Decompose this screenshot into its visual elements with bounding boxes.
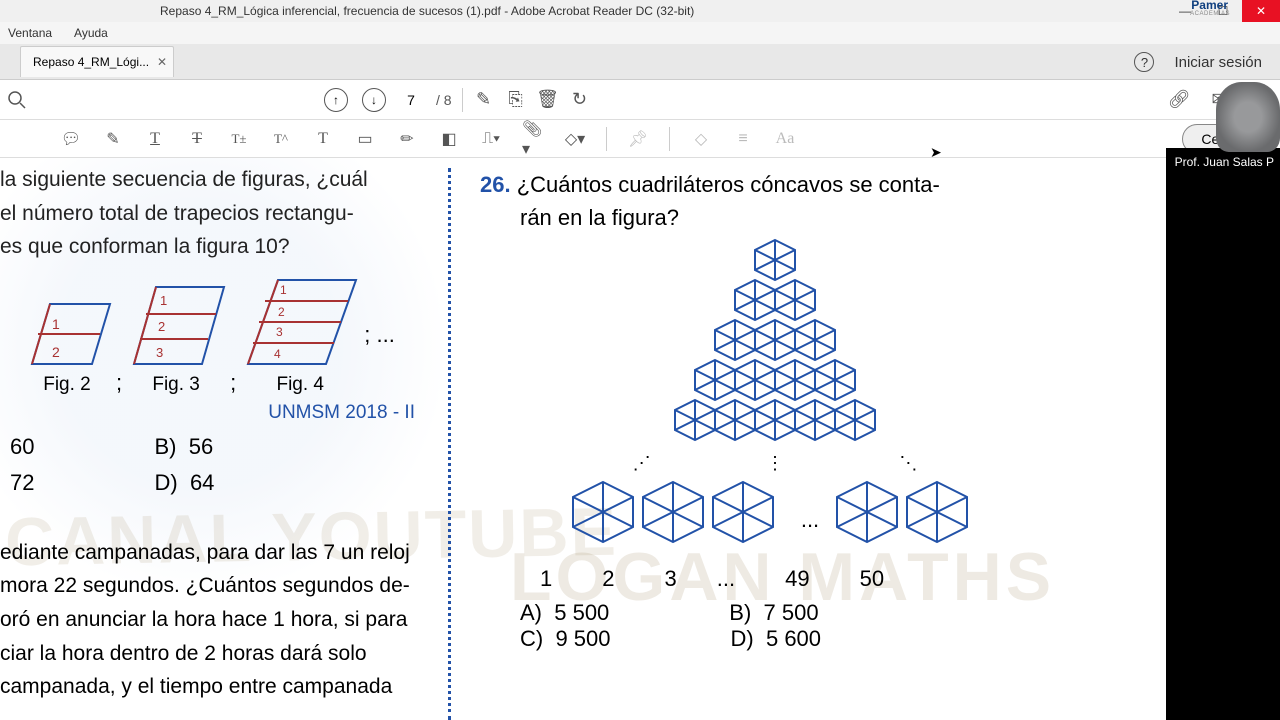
figure-2: 1 2	[22, 289, 112, 369]
document-tab[interactable]: Repaso 4_RM_Lógi... ✕	[20, 46, 174, 77]
main-toolbar: ↑ ↓ / 8 ✎ ⎘ 🗑︎ ↻ 🔗︎ ✉	[0, 80, 1280, 120]
comment-icon[interactable]: 💬︎	[60, 128, 82, 150]
signin-area: ? Iniciar sesión	[1134, 52, 1262, 72]
main-figure	[480, 238, 1070, 453]
hex-row-figure: ...	[480, 480, 1070, 560]
insert-text-icon[interactable]: T^	[270, 128, 292, 150]
document-area: CANAL YOUTUBE LOGAN MATHS la siguiente s…	[0, 158, 1280, 720]
replace-text-icon[interactable]: T±	[228, 128, 250, 150]
tabbar: Repaso 4_RM_Lógi... ✕ ? Iniciar sesión	[0, 44, 1280, 80]
question-number: 26.	[480, 172, 511, 197]
right-question: 26. ¿Cuántos cuadriláteros cóncavos se c…	[480, 168, 1070, 652]
help-icon[interactable]: ?	[1134, 52, 1154, 72]
signin-link[interactable]: Iniciar sesión	[1174, 54, 1262, 71]
highlight-tool-icon[interactable]: ✎	[473, 89, 495, 111]
video-overlay	[1166, 148, 1280, 720]
delete-tool-icon[interactable]: 🗑︎	[537, 89, 559, 111]
svg-text:2: 2	[52, 344, 60, 360]
svg-text:4: 4	[274, 347, 281, 361]
highlight-icon[interactable]: ✎	[102, 128, 124, 150]
column-divider	[448, 168, 451, 720]
tab-label: Repaso 4_RM_Lógi...	[33, 55, 149, 69]
presenter-thumbnail	[1216, 82, 1280, 152]
menu-ayuda[interactable]: Ayuda	[68, 24, 114, 42]
close-window-button[interactable]: ✕	[1242, 0, 1280, 22]
left-question: la siguiente secuencia de figuras, ¿cuál…	[0, 158, 445, 714]
textbox-icon[interactable]: ▭	[354, 128, 376, 150]
figure-4: 1 2 3 4	[240, 274, 360, 369]
svg-text:1: 1	[160, 293, 167, 308]
page-up-button[interactable]: ↑	[324, 88, 348, 112]
presenter-name: Prof. Juan Salas P	[1169, 152, 1280, 172]
page-total: / 8	[436, 92, 452, 108]
svg-text:2: 2	[278, 305, 285, 319]
svg-text:1: 1	[280, 283, 287, 297]
svg-text:3: 3	[156, 345, 163, 360]
figure-3: 1 2 3	[126, 279, 226, 369]
stamp-dropdown-icon[interactable]: ⎍▾	[480, 128, 502, 150]
underline-text-icon[interactable]: T	[144, 128, 166, 150]
pin-icon[interactable]: 📌︎	[627, 128, 649, 150]
stamp-tool-icon[interactable]: ⎘	[505, 89, 527, 111]
share-link-icon[interactable]: 🔗︎	[1168, 89, 1190, 111]
svg-text:1: 1	[52, 316, 60, 332]
rotate-tool-icon[interactable]: ↻	[569, 89, 591, 111]
svg-text:2: 2	[158, 319, 165, 334]
menu-ventana[interactable]: Ventana	[2, 24, 58, 42]
question-source: UNMSM 2018 - II	[0, 402, 435, 424]
add-text-icon[interactable]: T	[312, 128, 334, 150]
shapes-dropdown-icon[interactable]: ◇▾	[564, 128, 586, 150]
document-content: CANAL YOUTUBE LOGAN MATHS la siguiente s…	[0, 158, 1234, 720]
eraser-icon[interactable]: ◧	[438, 128, 460, 150]
page-down-button[interactable]: ↓	[362, 88, 386, 112]
page-number-input[interactable]	[396, 90, 426, 110]
fill-color-icon[interactable]: ◇	[690, 128, 712, 150]
annotation-toolbar: 💬︎ ✎ T T T± T^ T ▭ ✏ ◧ ⎍▾ 📎︎▾ ◇▾ 📌︎ ◇ ≡ …	[0, 120, 1280, 158]
pencil-icon[interactable]: ✏	[396, 128, 418, 150]
window-title: Repaso 4_RM_Lógica inferencial, frecuenc…	[160, 4, 694, 18]
find-icon[interactable]	[6, 89, 28, 111]
tab-close-icon[interactable]: ✕	[157, 55, 167, 69]
line-weight-icon[interactable]: ≡	[732, 128, 754, 150]
strikethrough-icon[interactable]: T	[186, 128, 208, 150]
text-style-icon[interactable]: Aa	[774, 128, 796, 150]
window-titlebar: Repaso 4_RM_Lógica inferencial, frecuenc…	[0, 0, 1280, 22]
attach-dropdown-icon[interactable]: 📎︎▾	[522, 128, 544, 150]
svg-text:3: 3	[276, 325, 283, 339]
menubar: Ventana Ayuda	[0, 22, 1280, 44]
brand-subtitle: ACADEMIAS	[1190, 11, 1230, 17]
